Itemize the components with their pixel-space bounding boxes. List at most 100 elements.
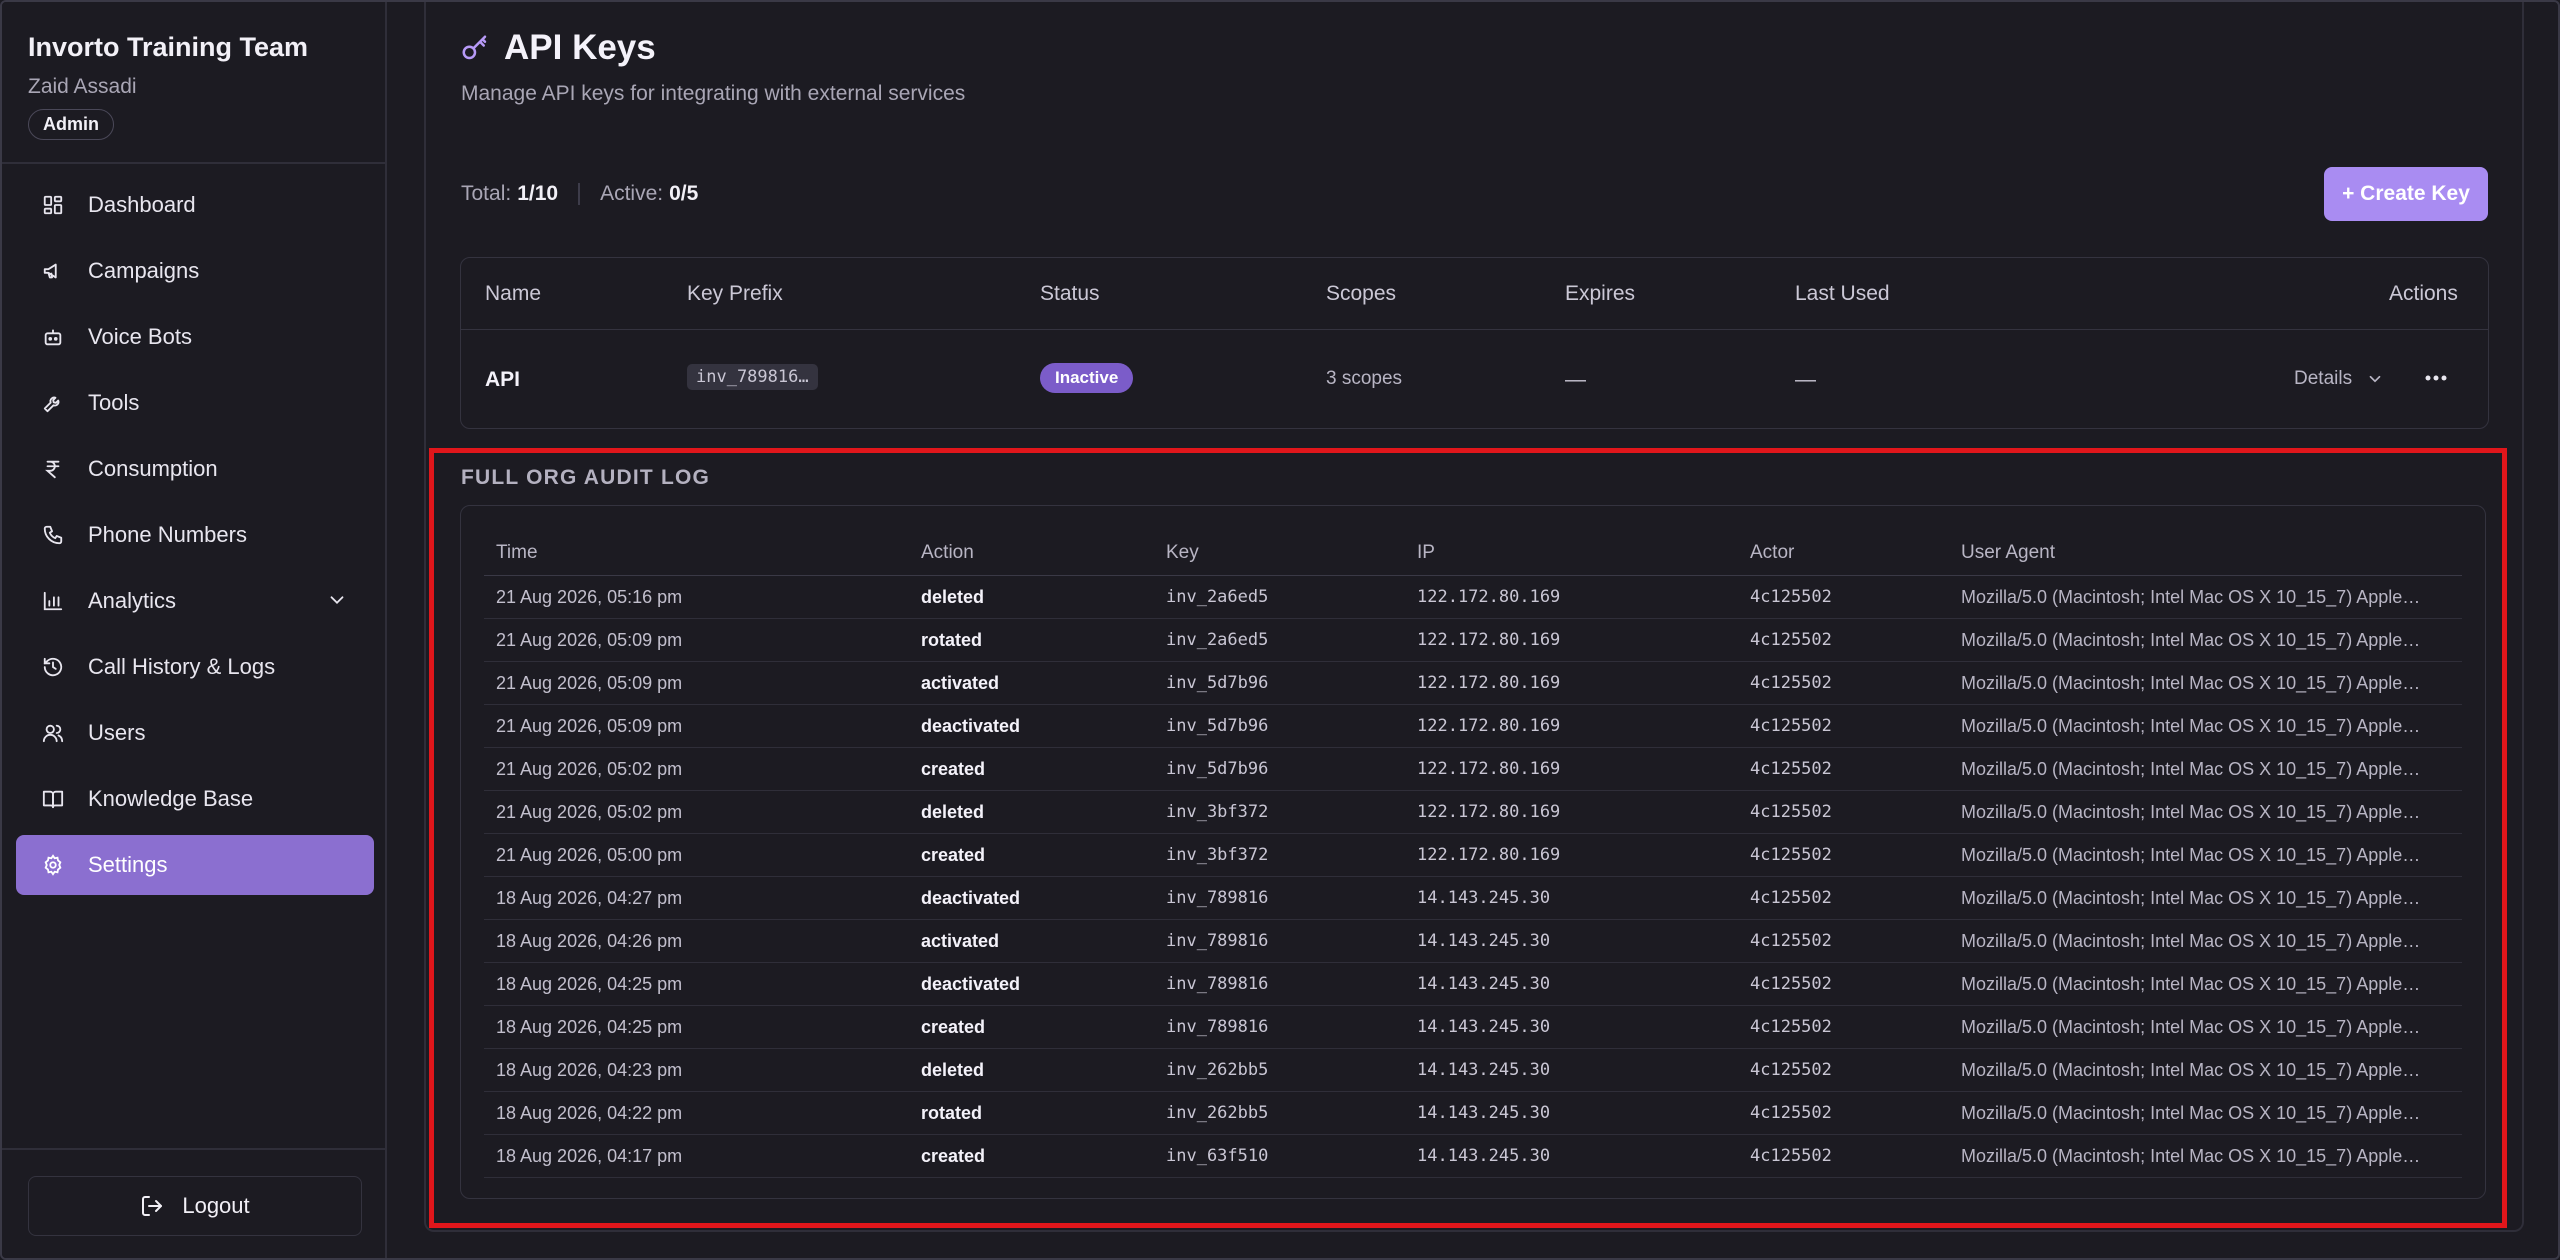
sidebar-item-settings[interactable]: Settings bbox=[16, 835, 374, 895]
key-last-used: — bbox=[1795, 368, 1816, 391]
audit-time: 21 Aug 2026, 05:02 pm bbox=[496, 802, 683, 822]
sidebar-item-call-history[interactable]: Call History & Logs bbox=[16, 637, 374, 697]
sidebar-item-dashboard[interactable]: Dashboard bbox=[16, 175, 374, 235]
audit-user-agent: Mozilla/5.0 (Macintosh; Intel Mac OS X 1… bbox=[1961, 673, 2421, 693]
audit-user-agent: Mozilla/5.0 (Macintosh; Intel Mac OS X 1… bbox=[1961, 1060, 2421, 1080]
sidebar-item-label: Consumption bbox=[88, 456, 218, 481]
column-header-last-used[interactable]: Last Used bbox=[1795, 282, 1890, 306]
column-header-actions: Actions bbox=[2389, 282, 2458, 305]
audit-action: deleted bbox=[921, 1060, 985, 1080]
api-keys-table: Name Key Prefix Status Scopes Expires La… bbox=[460, 257, 2489, 429]
more-actions-icon[interactable] bbox=[2421, 366, 2451, 390]
page-subtitle: Manage API keys for integrating with ext… bbox=[461, 82, 966, 105]
sidebar-item-consumption[interactable]: Consumption bbox=[16, 439, 374, 499]
dashboard-grid-icon bbox=[40, 192, 66, 218]
audit-action: rotated bbox=[921, 630, 983, 650]
audit-key: inv_5d7b96 bbox=[1166, 716, 1269, 736]
sidebar-item-users[interactable]: Users bbox=[16, 703, 374, 763]
column-header-name[interactable]: Name bbox=[485, 282, 541, 306]
audit-ip: 122.172.80.169 bbox=[1417, 845, 1561, 865]
sidebar-item-tools[interactable]: Tools bbox=[16, 373, 374, 433]
sidebar-item-label: Tools bbox=[88, 390, 140, 415]
audit-key: inv_262bb5 bbox=[1166, 1060, 1269, 1080]
audit-log-panel: Time Action Key IP Actor User Agent 21 A… bbox=[460, 505, 2486, 1199]
sidebar-item-label: Analytics bbox=[88, 588, 177, 613]
table-row[interactable]: API inv_789816… Inactive 3 scopes — — De… bbox=[461, 330, 2488, 428]
audit-time: 21 Aug 2026, 05:02 pm bbox=[496, 759, 683, 779]
audit-ip: 122.172.80.169 bbox=[1417, 630, 1561, 650]
audit-key: inv_3bf372 bbox=[1166, 845, 1269, 865]
sidebar-item-label: Campaigns bbox=[88, 258, 200, 283]
audit-actor: 4c125502 bbox=[1750, 716, 1832, 736]
audit-key: inv_789816 bbox=[1166, 974, 1269, 994]
create-key-button[interactable]: + Create Key bbox=[2324, 167, 2488, 221]
audit-table-header: Time Action Key IP Actor User Agent bbox=[484, 536, 2462, 576]
chevron-down-icon[interactable] bbox=[326, 589, 348, 611]
page-title: API Keys bbox=[504, 28, 656, 67]
audit-actor: 4c125502 bbox=[1750, 1146, 1832, 1166]
audit-time: 21 Aug 2026, 05:09 pm bbox=[496, 673, 683, 693]
page-header: API Keys bbox=[460, 28, 656, 68]
column-header-status[interactable]: Status bbox=[1040, 282, 1100, 306]
phone-icon bbox=[40, 522, 66, 548]
details-toggle[interactable]: Details bbox=[2294, 368, 2384, 390]
audit-actor: 4c125502 bbox=[1750, 1060, 1832, 1080]
sidebar-item-campaigns[interactable]: Campaigns bbox=[16, 241, 374, 301]
key-name: API bbox=[485, 368, 521, 391]
table-row: 21 Aug 2026, 05:02 pm created inv_5d7b96 12… bbox=[484, 748, 2462, 791]
audit-time: 18 Aug 2026, 04:25 pm bbox=[496, 1017, 683, 1037]
table-row: 21 Aug 2026, 05:09 pm activated inv_5d7b96… bbox=[484, 662, 2462, 705]
audit-time: 21 Aug 2026, 05:09 pm bbox=[496, 630, 683, 650]
sidebar-item-label: Voice Bots bbox=[88, 324, 192, 349]
logout-icon bbox=[140, 1194, 164, 1218]
audit-ip: 122.172.80.169 bbox=[1417, 587, 1561, 607]
column-header-scopes[interactable]: Scopes bbox=[1326, 282, 1396, 306]
table-row: 18 Aug 2026, 04:26 pm activated inv_789816… bbox=[484, 920, 2462, 963]
audit-time: 18 Aug 2026, 04:23 pm bbox=[496, 1060, 683, 1080]
table-row: 21 Aug 2026, 05:09 pm rotated inv_2a6ed5 12… bbox=[484, 619, 2462, 662]
key-scopes: 3 scopes bbox=[1326, 368, 1403, 389]
org-name: Invorto Training Team bbox=[28, 32, 309, 62]
audit-ip: 14.143.245.30 bbox=[1417, 888, 1551, 908]
users-icon bbox=[40, 720, 66, 746]
sidebar-item-phone-numbers[interactable]: Phone Numbers bbox=[16, 505, 374, 565]
audit-user-agent: Mozilla/5.0 (Macintosh; Intel Mac OS X 1… bbox=[1961, 802, 2421, 822]
audit-time: 18 Aug 2026, 04:22 pm bbox=[496, 1103, 683, 1123]
details-label: Details bbox=[2294, 368, 2353, 389]
audit-actor: 4c125502 bbox=[1750, 888, 1832, 908]
audit-key: inv_5d7b96 bbox=[1166, 759, 1269, 779]
audit-ip: 122.172.80.169 bbox=[1417, 716, 1561, 736]
logout-button[interactable]: Logout bbox=[28, 1176, 362, 1236]
active-label: Active: bbox=[600, 182, 664, 205]
table-header: Name Key Prefix Status Scopes Expires La… bbox=[461, 258, 2488, 330]
sidebar-item-voice-bots[interactable]: Voice Bots bbox=[16, 307, 374, 367]
audit-table-body: 21 Aug 2026, 05:16 pm deleted inv_2a6ed5 12… bbox=[484, 576, 2462, 1178]
audit-time: 21 Aug 2026, 05:16 pm bbox=[496, 587, 683, 607]
audit-key: inv_789816 bbox=[1166, 1017, 1269, 1037]
audit-key: inv_789816 bbox=[1166, 931, 1269, 951]
audit-ip: 14.143.245.30 bbox=[1417, 931, 1551, 951]
audit-action: deactivated bbox=[921, 888, 1021, 908]
table-row: 21 Aug 2026, 05:09 pm deactivated inv_5d7b… bbox=[484, 705, 2462, 748]
audit-ip: 122.172.80.169 bbox=[1417, 802, 1561, 822]
total-value: 1/10 bbox=[517, 182, 559, 205]
table-row: 18 Aug 2026, 04:22 pm rotated inv_262bb5 14… bbox=[484, 1092, 2462, 1135]
audit-actor: 4c125502 bbox=[1750, 587, 1832, 607]
sidebar-item-analytics[interactable]: Analytics bbox=[16, 571, 374, 631]
audit-ip: 14.143.245.30 bbox=[1417, 974, 1551, 994]
table-row: 18 Aug 2026, 04:25 pm created inv_789816 14… bbox=[484, 1006, 2462, 1049]
audit-user-agent: Mozilla/5.0 (Macintosh; Intel Mac OS X 1… bbox=[1961, 1146, 2421, 1166]
column-header-expires[interactable]: Expires bbox=[1565, 282, 1635, 306]
column-header-user-agent: User Agent bbox=[1961, 542, 2055, 563]
user-name: Zaid Assadi bbox=[28, 75, 137, 98]
audit-actor: 4c125502 bbox=[1750, 931, 1832, 951]
audit-action: activated bbox=[921, 673, 1000, 693]
app-window: Invorto Training Team Zaid Assadi Admin … bbox=[0, 0, 2560, 1260]
audit-ip: 14.143.245.30 bbox=[1417, 1103, 1551, 1123]
audit-user-agent: Mozilla/5.0 (Macintosh; Intel Mac OS X 1… bbox=[1961, 931, 2421, 951]
sidebar-item-knowledge-base[interactable]: Knowledge Base bbox=[16, 769, 374, 829]
table-row: 18 Aug 2026, 04:27 pm deactivated inv_7898… bbox=[484, 877, 2462, 920]
audit-key: inv_2a6ed5 bbox=[1166, 630, 1269, 650]
audit-user-agent: Mozilla/5.0 (Macintosh; Intel Mac OS X 1… bbox=[1961, 759, 2421, 779]
column-header-key-prefix[interactable]: Key Prefix bbox=[687, 282, 783, 306]
